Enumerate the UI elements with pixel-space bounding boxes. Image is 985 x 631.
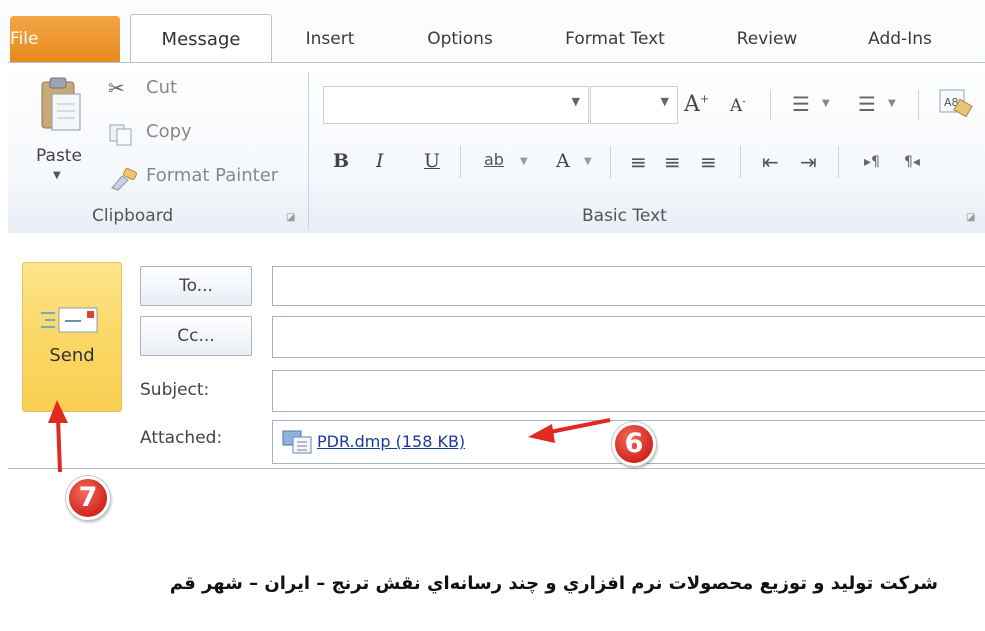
arrow-line [544,418,611,435]
step-6-badge: 6 [612,422,656,466]
step-7-badge: 7 [66,476,110,520]
arrow-head [48,400,68,423]
arrow-head [528,424,555,443]
arrow-line [56,417,62,473]
annotation-arrows [48,400,611,473]
